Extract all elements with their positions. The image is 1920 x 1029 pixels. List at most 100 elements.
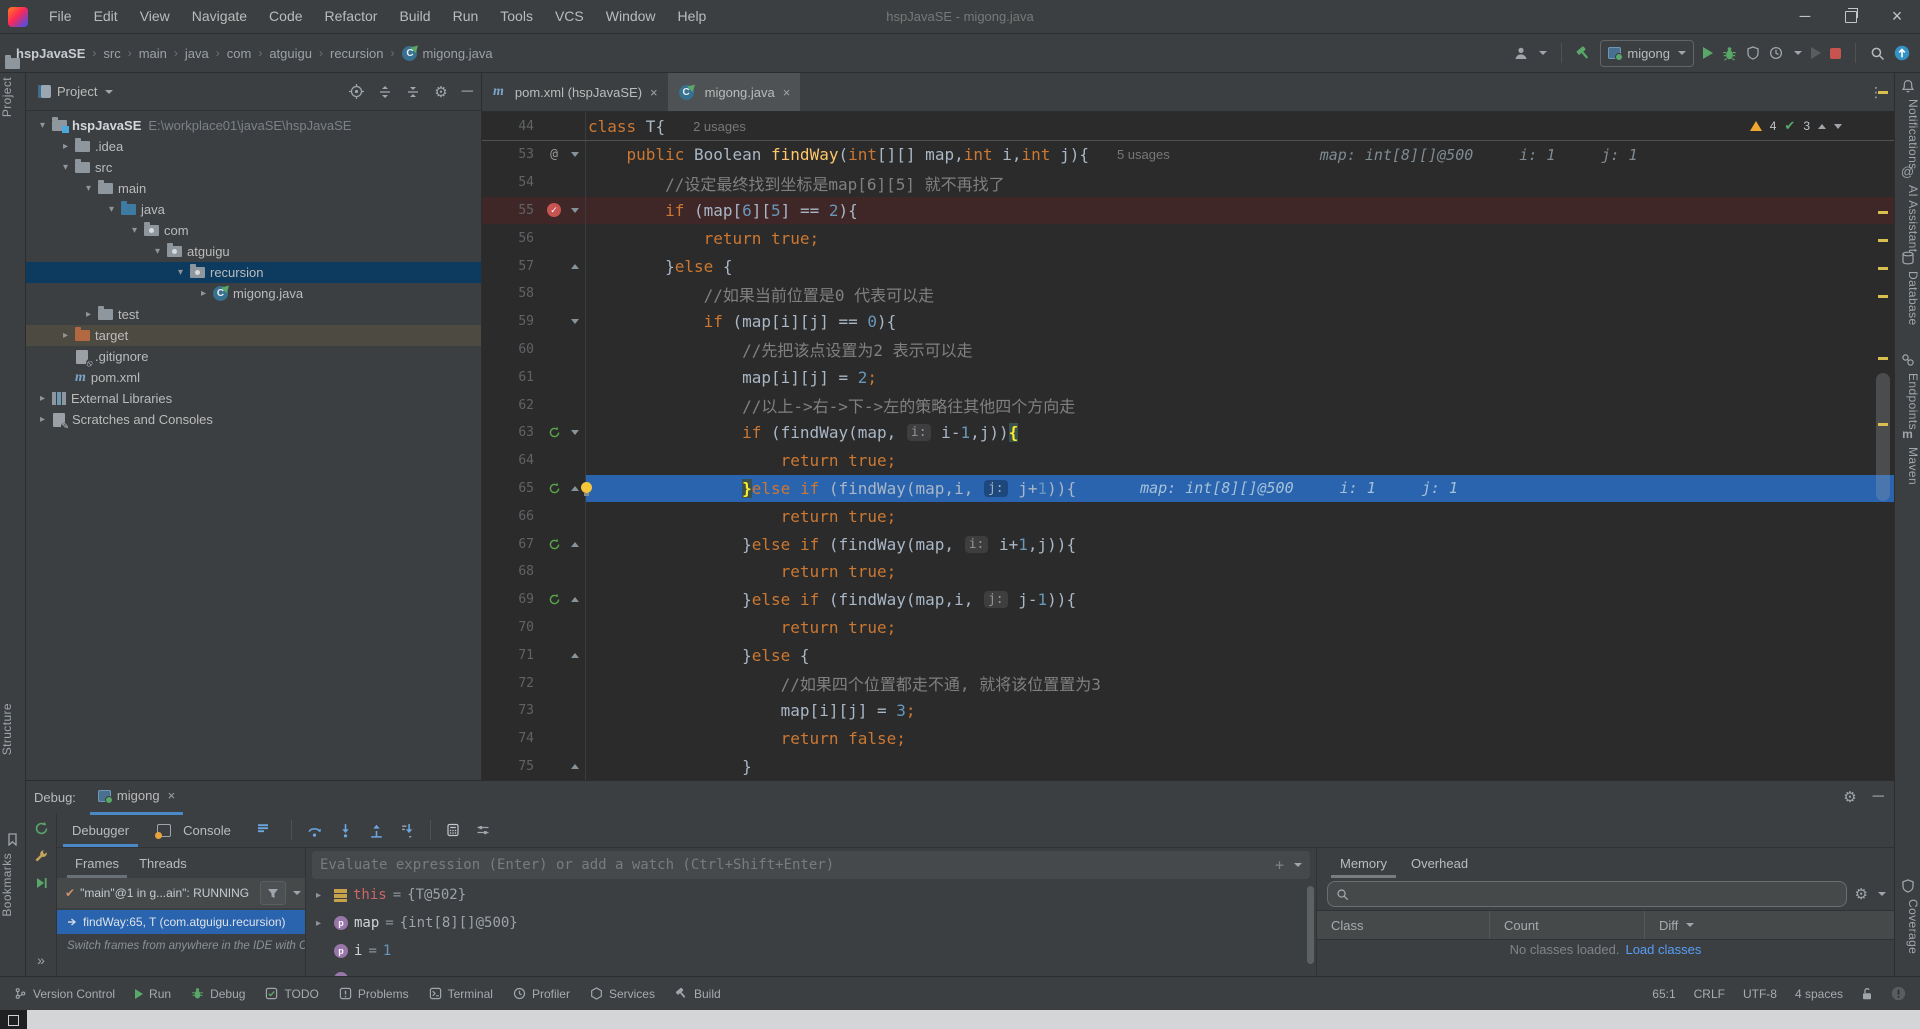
- editor-tab-migong-java[interactable]: Cmigong.java×: [668, 73, 801, 111]
- line-number[interactable]: 44: [482, 119, 543, 134]
- stripe-item-ai-assistant[interactable]: AI Assistant: [1895, 185, 1920, 253]
- variable-row[interactable]: pi = 1: [316, 937, 1316, 965]
- taskbar-start-button[interactable]: [0, 1010, 27, 1029]
- status-item-version-control[interactable]: Version Control: [14, 987, 115, 1001]
- line-number[interactable]: 63: [482, 425, 543, 440]
- fold-start-icon[interactable]: [571, 319, 579, 324]
- stripe-item-coverage[interactable]: Coverage: [1895, 899, 1920, 954]
- stop-button[interactable]: [1830, 48, 1841, 59]
- menu-refactor[interactable]: Refactor: [314, 8, 389, 24]
- tree-item-recursion[interactable]: ▾recursion: [26, 262, 481, 283]
- tree-item-main[interactable]: ▾main: [26, 178, 481, 199]
- db-icon[interactable]: [1899, 249, 1916, 266]
- tree-chevron-icon[interactable]: ▾: [126, 225, 143, 236]
- memory-column-count[interactable]: Count: [1490, 911, 1645, 939]
- memory-column-class[interactable]: Class: [1317, 911, 1490, 939]
- gutter-slot[interactable]: ✓: [543, 203, 565, 217]
- chevron-down-icon[interactable]: [1539, 51, 1547, 55]
- tree-chevron-icon[interactable]: ▸: [80, 309, 97, 320]
- chevron-down-icon[interactable]: [1878, 892, 1886, 896]
- fold-start-icon[interactable]: [571, 152, 579, 157]
- stripe-item-database[interactable]: Database: [1895, 271, 1920, 326]
- tree-chevron-icon[interactable]: ▾: [34, 120, 51, 131]
- code-text[interactable]: return true;: [585, 614, 1894, 642]
- code-text[interactable]: map[i][j] = 3;: [585, 697, 1894, 725]
- fold-slot[interactable]: [565, 208, 585, 213]
- fold-end-icon[interactable]: [571, 542, 579, 547]
- rerun-button[interactable]: [34, 821, 49, 836]
- edit-configuration-button[interactable]: [34, 849, 48, 863]
- collapse-all-icon[interactable]: [406, 85, 420, 99]
- load-classes-link[interactable]: Load classes: [1625, 942, 1701, 957]
- line-number[interactable]: 62: [482, 398, 543, 413]
- line-number[interactable]: 72: [482, 676, 543, 691]
- line-number[interactable]: 64: [482, 453, 543, 468]
- line-number[interactable]: 61: [482, 370, 543, 385]
- menu-run[interactable]: Run: [442, 8, 490, 24]
- gear-icon[interactable]: ⚙: [1843, 788, 1856, 806]
- breadcrumb-item[interactable]: hspJavaSE: [16, 46, 85, 61]
- bell-icon[interactable]: [1899, 77, 1916, 94]
- fold-slot[interactable]: [565, 542, 585, 547]
- chevron-down-icon[interactable]: [1294, 863, 1302, 867]
- code-text[interactable]: //以上->右->下->左的策略往其他四个方向走: [585, 391, 1894, 419]
- hide-panel-icon[interactable]: ─: [1873, 788, 1884, 806]
- fold-slot[interactable]: [565, 264, 585, 269]
- code-text[interactable]: class T{2 usages: [585, 112, 1894, 140]
- tree-item-src[interactable]: ▾src: [26, 157, 481, 178]
- code-text[interactable]: map[i][j] = 2;: [585, 363, 1894, 391]
- line-number[interactable]: 53: [482, 147, 543, 162]
- line-number[interactable]: 65: [482, 481, 543, 496]
- line-number[interactable]: 58: [482, 286, 543, 301]
- frames-tab-threads[interactable]: Threads: [131, 848, 195, 878]
- tree-chevron-icon[interactable]: ▸: [34, 393, 51, 404]
- code-text[interactable]: return true;: [585, 502, 1894, 530]
- tree-chevron-icon[interactable]: ▸: [316, 918, 328, 929]
- code-text[interactable]: }else {: [585, 641, 1894, 669]
- warning-stripe-mark[interactable]: [1878, 239, 1888, 242]
- code-text[interactable]: public Boolean findWay(int[][] map,int i…: [585, 141, 1894, 169]
- minimize-button[interactable]: ─: [1782, 0, 1828, 33]
- inspections-widget[interactable]: 4 ✔ 3: [1750, 118, 1842, 134]
- menu-vcs[interactable]: VCS: [544, 8, 595, 24]
- intention-bulb-icon[interactable]: [581, 482, 592, 493]
- evaluate-icon[interactable]: [440, 823, 466, 837]
- tree-chevron-icon[interactable]: ▾: [103, 204, 120, 215]
- memory-tab-memory[interactable]: Memory: [1331, 848, 1396, 878]
- step-over-icon[interactable]: [301, 823, 328, 838]
- variable-row[interactable]: ▸this = {T@502}: [316, 881, 1316, 909]
- tree-item-java[interactable]: ▾java: [26, 199, 481, 220]
- line-number[interactable]: 54: [482, 175, 543, 190]
- tree-chevron-icon[interactable]: ▾: [172, 267, 189, 278]
- tree-item-test[interactable]: ▸test: [26, 304, 481, 325]
- warning-stripe-mark[interactable]: [1878, 267, 1888, 270]
- plug-icon[interactable]: [1899, 351, 1916, 368]
- fold-start-icon[interactable]: [571, 208, 579, 213]
- gear-icon[interactable]: ⚙: [1855, 885, 1868, 903]
- tree-chevron-icon[interactable]: ▾: [57, 162, 74, 173]
- breakpoint-icon[interactable]: ✓: [547, 203, 561, 217]
- menu-tools[interactable]: Tools: [489, 8, 544, 24]
- hide-panel-icon[interactable]: ─: [462, 83, 473, 101]
- menu-view[interactable]: View: [129, 8, 181, 24]
- line-number[interactable]: 60: [482, 342, 543, 357]
- tree-item--idea[interactable]: ▸.idea: [26, 136, 481, 157]
- fold-slot[interactable]: [565, 597, 585, 602]
- restore-button[interactable]: [1828, 0, 1874, 33]
- breadcrumb-item[interactable]: recursion: [330, 46, 383, 61]
- close-button[interactable]: ×: [1874, 0, 1920, 33]
- variable-row[interactable]: ▸pmap = {int[8][]@500}: [316, 909, 1316, 937]
- stripe-item-bookmarks[interactable]: Bookmarks: [0, 853, 25, 917]
- code-text[interactable]: //如果当前位置是0 代表可以走: [585, 280, 1894, 308]
- filter-button[interactable]: [260, 881, 286, 905]
- tree-item-target[interactable]: ▸target: [26, 325, 481, 346]
- variable-row[interactable]: p: [316, 965, 1316, 976]
- breadcrumb-item[interactable]: main: [139, 46, 167, 61]
- memory-tab-overhead[interactable]: Overhead: [1402, 848, 1477, 878]
- line-number[interactable]: 66: [482, 509, 543, 524]
- shield-icon[interactable]: [1746, 46, 1760, 60]
- line-number[interactable]: 70: [482, 620, 543, 635]
- debug-session-tab[interactable]: migong ×: [90, 780, 183, 815]
- code-text[interactable]: }else if (findWay(map,i, j: j+1)){map: i…: [585, 475, 1894, 503]
- warning-stripe-mark[interactable]: [1878, 91, 1888, 94]
